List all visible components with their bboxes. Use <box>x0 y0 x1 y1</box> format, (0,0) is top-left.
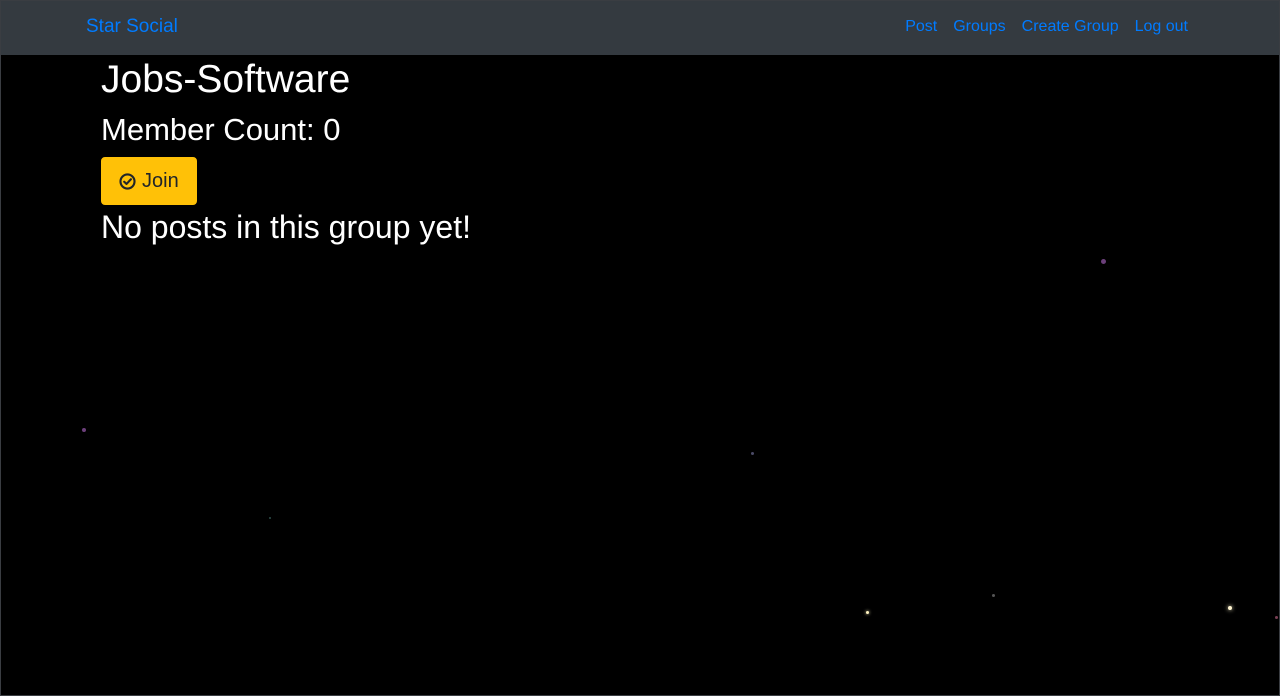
background-star <box>866 611 869 614</box>
background-star <box>1101 259 1106 264</box>
background-star <box>1228 606 1232 610</box>
nav-groups-link[interactable]: Groups <box>953 17 1005 37</box>
brand-link[interactable]: Star Social <box>86 15 178 39</box>
nav-post-link[interactable]: Post <box>905 17 937 37</box>
join-button-label: Join <box>142 169 179 192</box>
group-content: Jobs-Software Member Count: 0 Join No po… <box>101 57 471 247</box>
navbar: Star Social Post Groups Create Group Log… <box>1 1 1279 55</box>
member-count: Member Count: 0 <box>101 112 341 147</box>
background-star <box>82 428 86 432</box>
page: Star Social Post Groups Create Group Log… <box>0 0 1280 696</box>
background-star <box>992 594 995 597</box>
group-title: Jobs-Software <box>101 58 351 101</box>
no-posts-message: No posts in this group yet! <box>101 209 471 245</box>
join-button[interactable]: Join <box>101 157 197 205</box>
nav-create-group-link[interactable]: Create Group <box>1022 17 1119 37</box>
check-circle-icon <box>119 172 136 190</box>
background-star <box>751 452 754 455</box>
background-star <box>269 517 271 519</box>
background-star <box>1275 616 1278 619</box>
nav-log-out-link[interactable]: Log out <box>1135 17 1188 37</box>
nav-links: Post Groups Create Group Log out <box>905 17 1188 37</box>
